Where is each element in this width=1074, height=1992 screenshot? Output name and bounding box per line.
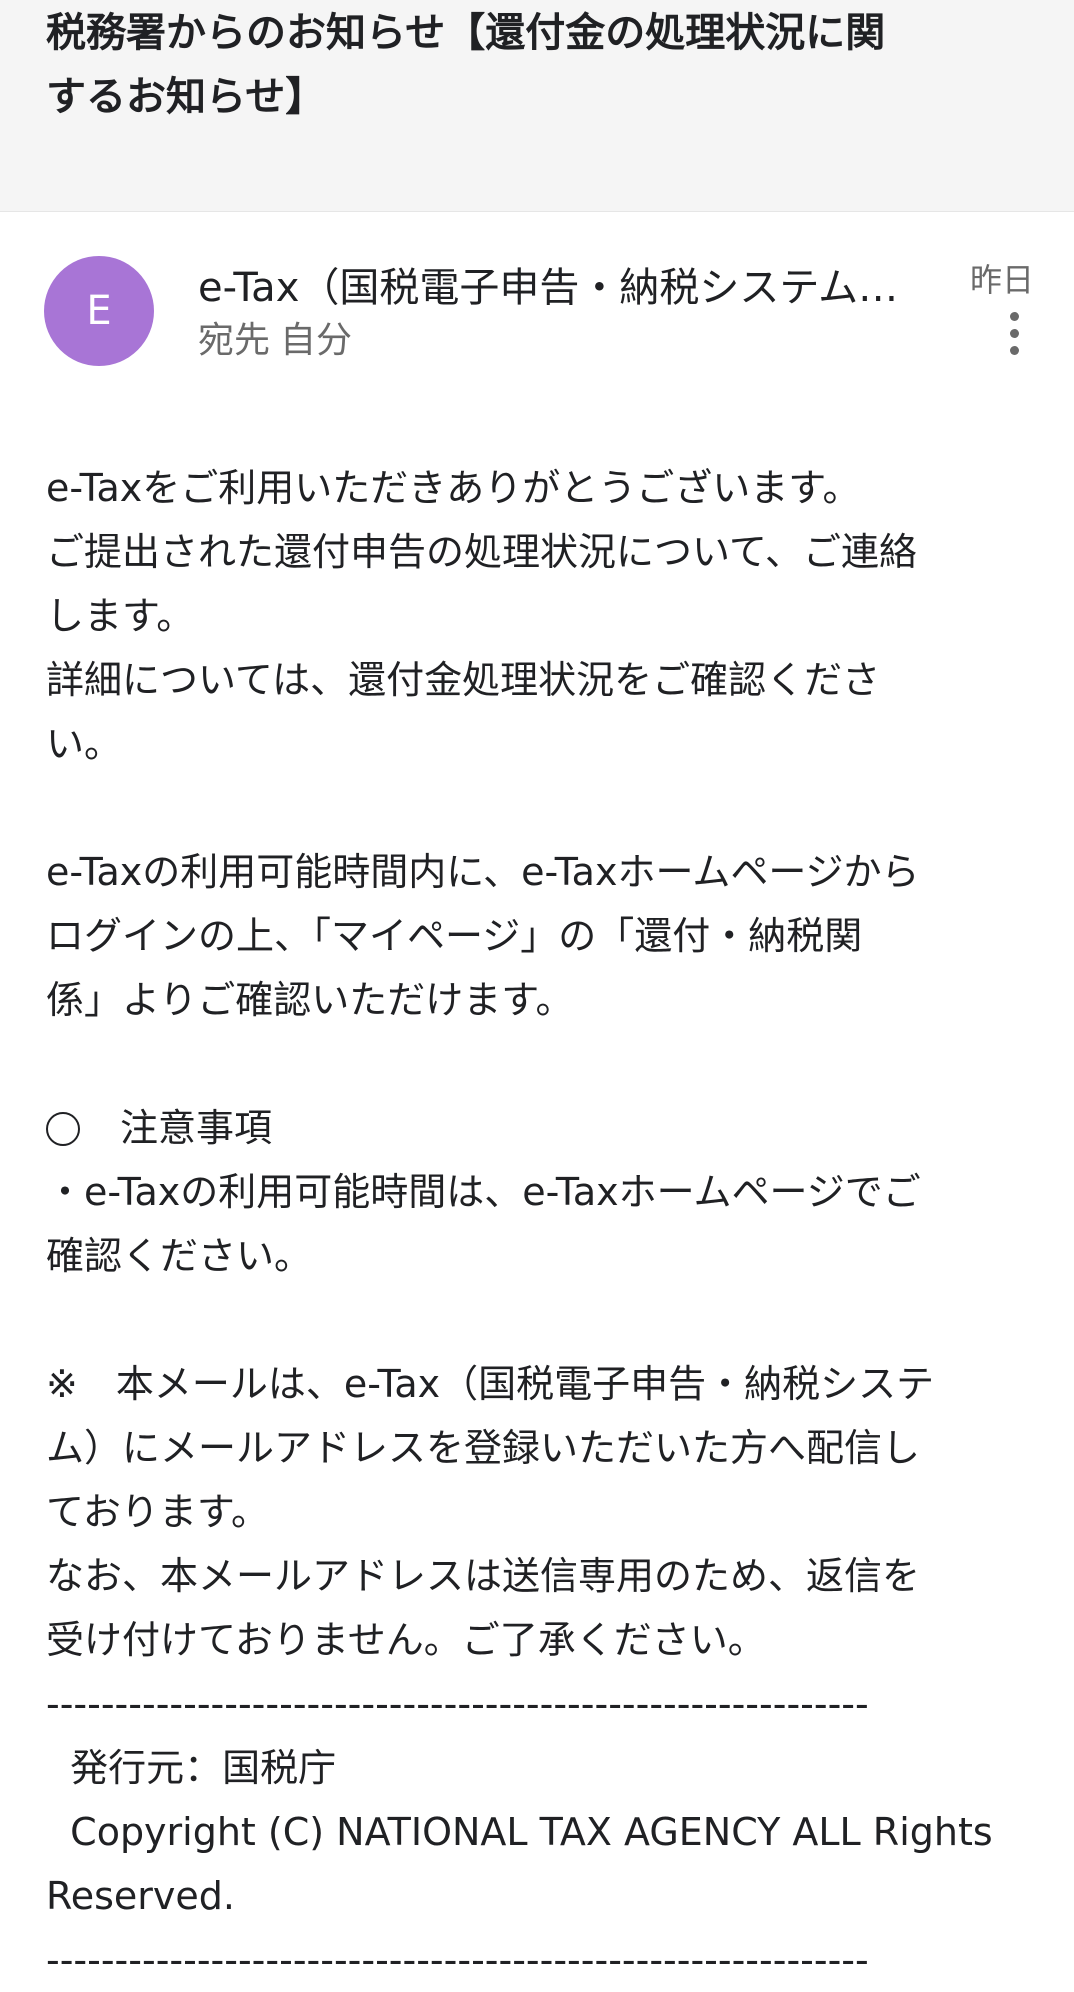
body-line: 詳細については、還付金処理状況をご確認くださ [46, 658, 881, 702]
body-line: ※ 本メールは、e-Tax（国税電子申告・納税システ [46, 1362, 935, 1406]
body-line: 係」よりご確認いただけます。 [46, 978, 574, 1022]
notice-heading: 注意事項 [46, 1096, 1046, 1160]
recipient-label: 宛先 [198, 320, 271, 361]
sender-avatar[interactable]: E [44, 256, 154, 366]
body-line: ご提出された還付申告の処理状況について、ご連絡 [46, 530, 917, 574]
notice-heading-text: 注意事項 [120, 1106, 273, 1150]
subject-line: 税務署からのお知らせ【還付金の処理状況に関 [46, 10, 886, 56]
body-blank-line [46, 1032, 1046, 1096]
recipient-line[interactable]: 宛先 自分 [198, 316, 362, 366]
body-line: 受け付けておりません。ご了承ください。 [46, 1618, 766, 1662]
body-blank-line [46, 1288, 1046, 1352]
subject-header: 税務署からのお知らせ【還付金の処理状況に関 するお知らせ】 [0, 0, 1074, 212]
email-body: e-Taxをご利用いただきありがとうございます。 ご提出された還付申告の処理状況… [46, 456, 1046, 1992]
body-blank-line [46, 776, 1046, 840]
recipient-value: 自分 [280, 320, 353, 361]
separator-line: ----------------------------------------… [46, 1938, 869, 1982]
copyright-line: Copyright (C) NATIONAL TAX AGENCY ALL Ri… [46, 1810, 993, 1854]
body-line: ております。 [46, 1490, 270, 1534]
copyright-line: Reserved. [46, 1874, 235, 1918]
body-line: します。 [46, 594, 195, 638]
circle-icon [46, 1112, 80, 1146]
body-line: い。 [46, 722, 123, 766]
email-subject: 税務署からのお知らせ【還付金の処理状況に関 するお知らせ】 [46, 2, 1036, 130]
body-line: e-Taxの利用可能時間内に、e-Taxホームページから [46, 850, 920, 894]
received-date: 昨日 [969, 261, 1034, 299]
body-line: ・e-Taxの利用可能時間は、e-Taxホームページでご [46, 1170, 921, 1214]
body-line: 確認ください。 [46, 1234, 313, 1278]
body-line: なお、本メールアドレスは送信専用のため、返信を [46, 1554, 921, 1598]
sender-name[interactable]: e-Tax（国税電子申告・納税システム… [198, 262, 950, 314]
subject-line: するお知らせ】 [46, 74, 326, 120]
body-line: e-Taxをご利用いただきありがとうございます。 [46, 466, 861, 510]
body-line: ログインの上、「マイページ」の「還付・納税関 [46, 914, 863, 958]
separator-line: ----------------------------------------… [46, 1682, 869, 1726]
body-line: ム）にメールアドレスを登録いただいた方へ配信し [46, 1426, 921, 1470]
more-vert-icon[interactable] [1003, 312, 1025, 364]
publisher-line: 発行元：国税庁 [46, 1746, 337, 1790]
